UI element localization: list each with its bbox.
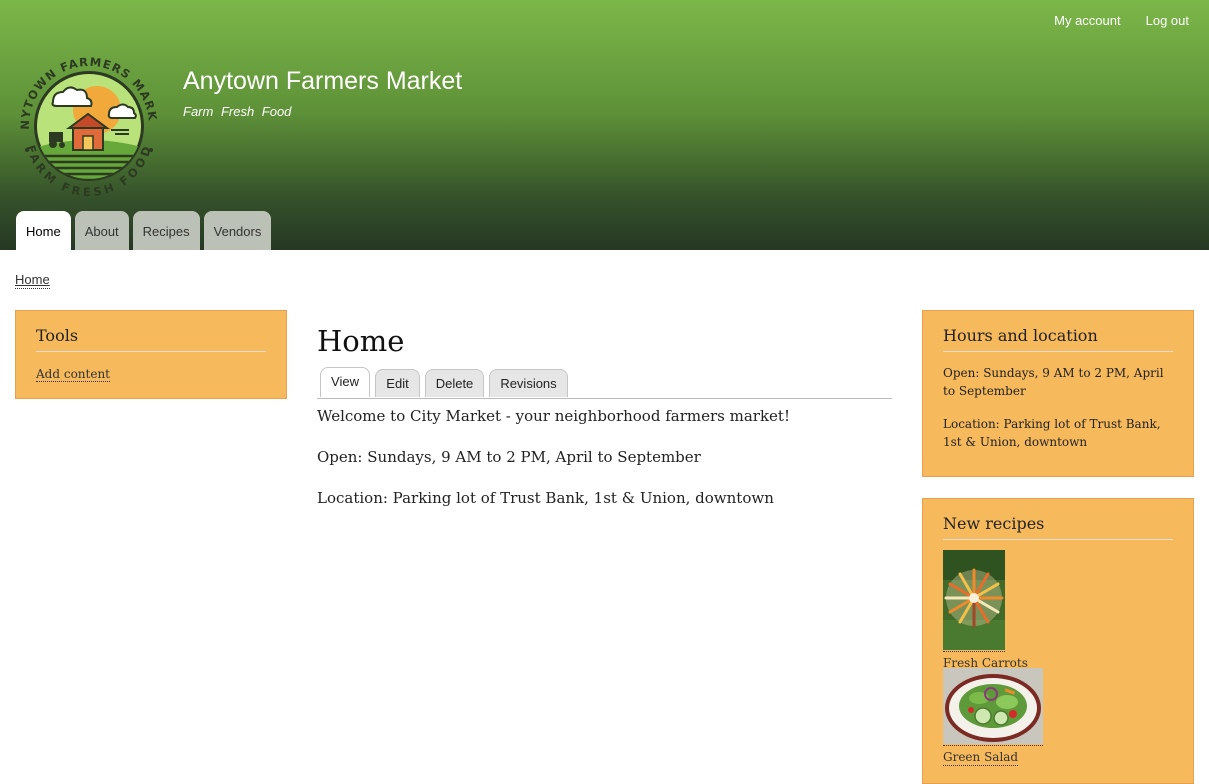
main-menu-recipes[interactable]: Recipes [132, 211, 200, 250]
tab-revisions[interactable]: Revisions [489, 369, 568, 397]
tools-block-title: Tools [36, 326, 266, 352]
main-menu-vendors[interactable]: Vendors [203, 211, 272, 250]
recipe-link-green-salad[interactable]: Green Salad [943, 750, 1019, 766]
my-account-link[interactable]: My account [1054, 13, 1120, 28]
tab-delete[interactable]: Delete [425, 369, 484, 397]
new-recipes-block: New recipes Fresh Carrots Green Salad [922, 498, 1194, 784]
tools-block: Tools Add content [15, 310, 287, 399]
tab-view[interactable]: View [320, 367, 370, 397]
location-paragraph: Location: Parking lot of Trust Bank, 1st… [317, 489, 774, 507]
salad-photo-icon[interactable] [943, 668, 1043, 746]
main-content: Home View Edit Delete Revisions Welcome … [317, 322, 892, 507]
tab-edit[interactable]: Edit [375, 369, 420, 397]
page-title: Home [317, 324, 405, 358]
site-logo[interactable]: ANYTOWN FARMERS MARKET FARM FRESH FOOD [15, 52, 163, 200]
main-menu-about[interactable]: About [74, 211, 129, 250]
site-slogan: Farm Fresh Food [183, 104, 292, 119]
secondary-menu: My account Log out [1054, 13, 1189, 28]
recipes-block-title: New recipes [943, 514, 1173, 540]
site-header: My account Log out ANYTOWN FARMERS MARKE… [0, 0, 1209, 250]
welcome-paragraph: Welcome to City Market - your neighborho… [317, 407, 790, 425]
main-menu-home[interactable]: Home [16, 211, 71, 250]
site-name[interactable]: Anytown Farmers Market [183, 67, 462, 96]
hours-location-text: Location: Parking lot of Trust Bank, 1st… [943, 417, 1161, 449]
log-out-link[interactable]: Log out [1146, 13, 1189, 28]
local-tasks-tabs: View Edit Delete Revisions [317, 367, 892, 399]
hours-open-text: Open: Sundays, 9 AM to 2 PM, April to Se… [943, 366, 1164, 398]
breadcrumb-home[interactable]: Home [15, 272, 50, 289]
add-content-link[interactable]: Add content [36, 367, 110, 382]
carrots-photo-icon[interactable] [943, 550, 1005, 652]
hours-location-block: Hours and location Open: Sundays, 9 AM t… [922, 310, 1194, 477]
hours-paragraph: Open: Sundays, 9 AM to 2 PM, April to Se… [317, 448, 701, 466]
hours-block-title: Hours and location [943, 326, 1173, 352]
main-menu: Home About Recipes Vendors [16, 211, 272, 250]
body-text: Welcome to City Market - your neighborho… [317, 407, 892, 530]
